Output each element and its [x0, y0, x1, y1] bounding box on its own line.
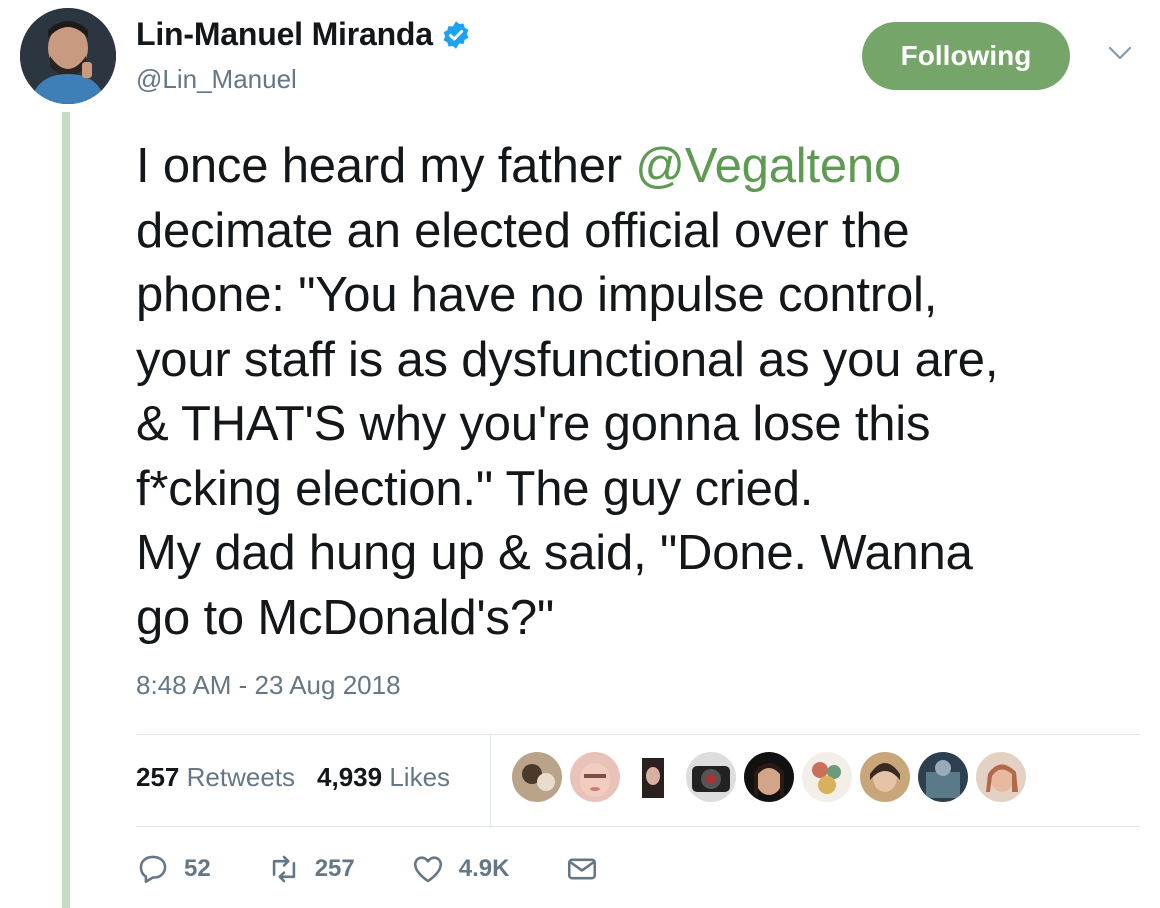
reply-count: 52	[184, 855, 211, 882]
thread-line	[62, 112, 70, 908]
tweet-line: your staff is as dysfunctional as you ar…	[136, 332, 999, 387]
chevron-down-icon[interactable]	[1106, 42, 1134, 64]
reply-icon	[139, 855, 167, 884]
tweet-stats: 257 Retweets 4,939 Likes	[136, 762, 450, 793]
divider	[136, 826, 1140, 827]
author-avatar[interactable]	[20, 8, 116, 104]
verified-badge-icon	[443, 20, 469, 49]
liker-avatar[interactable]	[860, 752, 910, 802]
like-count: 4.9K	[458, 855, 510, 882]
likes-count: 4,939	[317, 762, 383, 792]
direct-message-icon	[568, 858, 597, 880]
like-button[interactable]: 4.9K	[411, 852, 510, 886]
retweet-button[interactable]: 257	[267, 852, 355, 886]
following-button[interactable]: Following	[862, 22, 1070, 90]
reply-button[interactable]: 52	[136, 852, 211, 886]
retweets-label: Retweets	[186, 762, 296, 792]
retweet-count: 257	[314, 855, 355, 882]
liker-avatar[interactable]	[918, 752, 968, 802]
liker-avatar[interactable]	[744, 752, 794, 802]
author-handle[interactable]: @Lin_Manuel	[136, 64, 297, 95]
retweets-stat[interactable]: 257 Retweets	[136, 762, 295, 793]
tweet-line: phone: "You have no impulse control,	[136, 268, 938, 322]
direct-message-button[interactable]	[565, 852, 613, 886]
retweets-count: 257	[136, 762, 180, 792]
mention-link[interactable]: @Vegalteno	[635, 139, 901, 193]
liker-avatar[interactable]	[628, 752, 678, 802]
divider	[490, 734, 491, 828]
tweet-line: go to McDonald's?"	[136, 590, 555, 645]
tweet-line: I once heard my father @Vegalteno	[136, 134, 1146, 199]
liker-avatar[interactable]	[512, 752, 562, 802]
liker-avatar[interactable]	[802, 752, 852, 802]
divider	[136, 734, 1140, 735]
liker-avatar[interactable]	[976, 752, 1026, 802]
retweet-icon	[272, 855, 295, 883]
liker-avatar[interactable]	[686, 752, 736, 802]
tweet-line: My dad hung up & said, "Done. Wanna	[136, 526, 973, 580]
author-display-name[interactable]: Lin-Manuel Miranda	[136, 16, 433, 53]
likes-stat[interactable]: 4,939 Likes	[317, 762, 450, 793]
tweet-line: & THAT'S why you're gonna lose this	[136, 397, 931, 451]
tweet-line: f*cking election." The guy cried.	[136, 461, 814, 516]
tweet-line: decimate an elected official over the	[136, 203, 910, 258]
likes-label: Likes	[389, 762, 451, 792]
tweet-actions: 52 257 4.9K	[136, 852, 669, 886]
tweet-timestamp[interactable]: 8:48 AM - 23 Aug 2018	[136, 670, 401, 701]
liker-avatars	[512, 752, 1034, 802]
tweet-text: I once heard my father @Vegalteno decima…	[136, 134, 1146, 650]
like-icon	[413, 856, 442, 883]
tweet-line-text: I once heard my father	[136, 139, 636, 193]
liker-avatar[interactable]	[570, 752, 620, 802]
